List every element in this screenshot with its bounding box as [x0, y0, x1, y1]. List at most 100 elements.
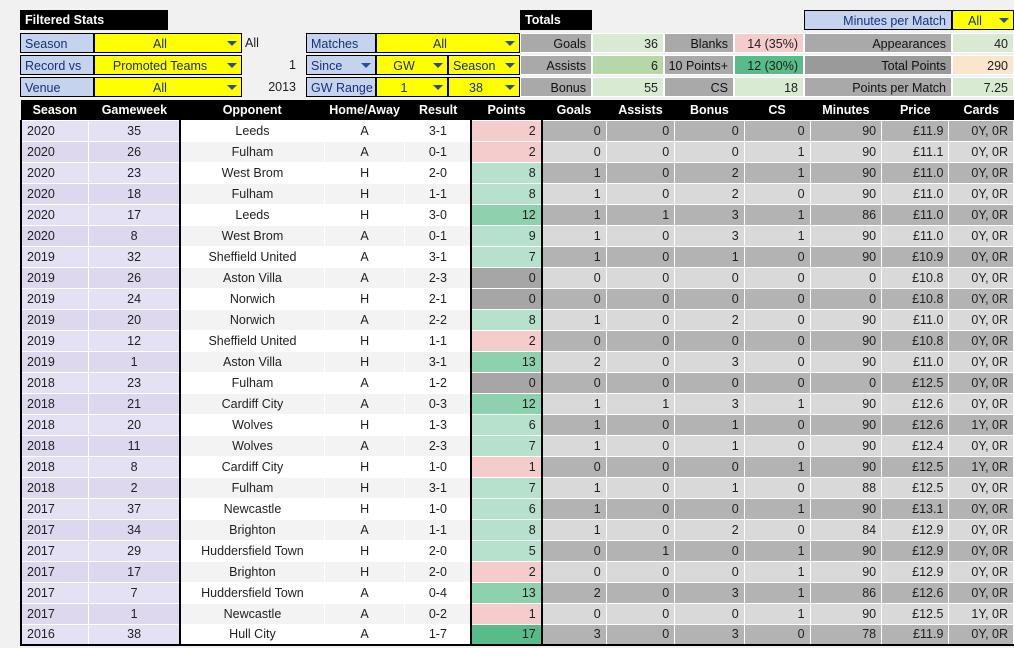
- cell-minutes: 90: [809, 245, 883, 268]
- column-header-bonus[interactable]: Bonus: [674, 100, 745, 120]
- cell-season: 2018: [20, 455, 89, 478]
- table-row[interactable]: 2017 1 Newcastle A 0-2 1 0 0 0 1 90 £12.5 1Y, 0R: [20, 602, 1014, 625]
- table-row[interactable]: 2018 8 Cardiff City H 1-0 1 0 0 0 1 90 £12.5 1Y, 0R: [20, 455, 1014, 478]
- column-header-home-away[interactable]: Home/Away: [324, 100, 405, 120]
- table-row[interactable]: 2018 20 Wolves H 1-3 6 1 0 1 0 90 £12.6 1Y, 0R: [20, 413, 1014, 436]
- cell-assists: 1: [605, 203, 676, 226]
- cell-result: 1-1: [404, 182, 472, 205]
- column-header-cards[interactable]: Cards: [948, 100, 1014, 120]
- cell-season: 2018: [20, 371, 89, 394]
- filter-dropdown-season[interactable]: All: [94, 33, 242, 53]
- table-row[interactable]: 2019 12 Sheffield United H 1-1 2 0 0 0 0 90 £10.8 0Y…: [20, 329, 1014, 352]
- totals-label-goals: Goals: [520, 33, 592, 53]
- column-header-minutes[interactable]: Minutes: [810, 100, 882, 120]
- filter-dropdown-record-vs[interactable]: Promoted Teams: [94, 55, 242, 75]
- cell-cards: 0Y, 0R: [948, 476, 1014, 499]
- table-row[interactable]: 2020 35 Leeds A 3-1 2 0 0 0 0 90 £11.9 0Y, 0R: [20, 119, 1014, 142]
- cell-minutes: 90: [809, 140, 883, 163]
- cell-price: £11.9: [881, 623, 950, 646]
- cell-price: £12.4: [881, 434, 950, 457]
- cell-points: 6: [470, 413, 543, 436]
- cell-goals: 0: [541, 329, 607, 352]
- table-row[interactable]: 2017 29 Huddersfield Town H 2-0 5 0 1 0 1 90 £12.9 0…: [20, 539, 1014, 562]
- cell-result: 1-3: [404, 413, 472, 436]
- table-row[interactable]: 2018 11 Wolves A 2-3 7 1 0 1 0 90 £12.4 0Y, 0R: [20, 434, 1014, 457]
- table-row[interactable]: 2020 23 West Brom H 2-0 8 1 0 2 1 90 £11.0 0Y, 0R: [20, 161, 1014, 184]
- column-header-cs[interactable]: CS: [744, 100, 811, 120]
- matches-dropdown-gw-range-from[interactable]: 1: [376, 77, 448, 97]
- cell-season: 2017: [20, 539, 89, 562]
- cell-result: 2-0: [404, 560, 472, 583]
- table-row[interactable]: 2017 17 Brighton H 2-0 2 0 0 0 1 90 £12.9 0Y, 0R: [20, 560, 1014, 583]
- filter-label-record-vs: Record vs: [20, 55, 94, 75]
- column-header-goals[interactable]: Goals: [541, 100, 607, 120]
- cell-result: 1-0: [404, 455, 472, 478]
- cell-cs: 0: [743, 329, 811, 352]
- cell-cs: 0: [743, 371, 811, 394]
- cell-minutes: 90: [809, 602, 883, 625]
- summary-dropdown-minutes-per-match[interactable]: All: [952, 10, 1014, 30]
- table-row[interactable]: 2017 7 Huddersfield Town A 0-4 13 2 0 3 1 86 £12.6 0…: [20, 581, 1014, 604]
- cell-gameweek: 17: [88, 203, 182, 226]
- cell-home-away: H: [323, 182, 406, 205]
- filter-dropdown-venue[interactable]: All: [94, 77, 242, 97]
- cell-minutes: 90: [809, 497, 883, 520]
- cell-goals: 1: [541, 182, 607, 205]
- cell-home-away: H: [323, 329, 406, 352]
- cell-result: 3-1: [404, 476, 472, 499]
- cell-result: 3-0: [404, 203, 472, 226]
- column-header-gameweek[interactable]: Gameweek: [88, 100, 181, 120]
- column-header-points[interactable]: Points: [471, 100, 542, 120]
- cell-season: 2018: [20, 392, 89, 415]
- table-row[interactable]: 2019 20 Norwich A 2-2 8 1 0 2 0 90 £11.0 0Y, 0R: [20, 308, 1014, 331]
- table-row[interactable]: 2019 24 Norwich H 2-1 0 0 0 0 0 0 £10.8 0Y, 0R: [20, 287, 1014, 310]
- cell-price: £11.0: [881, 350, 950, 373]
- column-header-season[interactable]: Season: [21, 100, 89, 120]
- table-row[interactable]: 2018 21 Cardiff City A 0-3 12 1 1 3 1 90 £12.6 0Y, 0…: [20, 392, 1014, 415]
- cell-cards: 0Y, 0R: [948, 266, 1014, 289]
- column-header-opponent[interactable]: Opponent: [180, 100, 325, 120]
- totals-label-cs: CS: [664, 77, 734, 97]
- table-row[interactable]: 2017 34 Brighton A 1-1 8 1 0 2 0 84 £12.9 0Y, 0R: [20, 518, 1014, 541]
- table-row[interactable]: 2020 26 Fulham A 0-1 2 0 0 0 1 90 £11.1 0Y, 0R: [20, 140, 1014, 163]
- filtered-stats-title: Filtered Stats: [20, 10, 168, 30]
- matches-dropdown-gw-range-to[interactable]: 38: [448, 77, 520, 97]
- cell-goals: 0: [541, 266, 607, 289]
- table-row[interactable]: 2017 37 Newcastle H 1-0 6 1 0 0 1 90 £13.1 0Y, 0R: [20, 497, 1014, 520]
- table-row[interactable]: 2019 1 Aston Villa H 3-1 13 2 0 3 0 90 £11.0 0Y, 0R: [20, 350, 1014, 373]
- cell-gameweek: 34: [88, 518, 182, 541]
- cell-cs: 0: [743, 518, 811, 541]
- table-row[interactable]: 2019 26 Aston Villa A 2-3 0 0 0 0 0 0 £10.8 0Y, 0R: [20, 266, 1014, 289]
- matches-dropdown-since-season[interactable]: Season: [448, 55, 520, 75]
- cell-minutes: 90: [809, 182, 883, 205]
- matches-label-since[interactable]: Since: [306, 55, 376, 75]
- cell-price: £12.5: [881, 602, 950, 625]
- cell-gameweek: 37: [88, 497, 182, 520]
- table-row[interactable]: 2019 32 Sheffield United A 3-1 7 1 0 1 0 90 £10.9 0Y…: [20, 245, 1014, 268]
- cell-opponent: Sheffield United: [179, 245, 325, 268]
- cell-points: 6: [470, 497, 543, 520]
- matches-dropdown-since-gw[interactable]: GW: [376, 55, 448, 75]
- column-header-result[interactable]: Result: [404, 100, 472, 120]
- cell-assists: 0: [605, 119, 676, 142]
- matches-dropdown-matches[interactable]: All: [376, 33, 520, 53]
- table-row[interactable]: 2020 18 Fulham H 1-1 8 1 0 2 0 90 £11.0 0Y, 0R: [20, 182, 1014, 205]
- cell-assists: 0: [605, 581, 676, 604]
- table-row[interactable]: 2018 2 Fulham H 3-1 7 1 0 1 0 88 £12.5 0Y, 0R: [20, 476, 1014, 499]
- table-row[interactable]: 2020 17 Leeds H 3-0 12 1 1 3 1 86 £11.0 0Y, 0R: [20, 203, 1014, 226]
- cell-result: 3-1: [404, 119, 472, 142]
- cell-cards: 0Y, 0R: [948, 581, 1014, 604]
- cell-minutes: 90: [809, 434, 883, 457]
- column-header-price[interactable]: Price: [881, 100, 949, 120]
- cell-bonus: 3: [674, 224, 745, 247]
- cell-opponent: Newcastle: [179, 497, 325, 520]
- table-row[interactable]: 2020 8 West Brom A 0-1 9 1 0 3 1 90 £11.0 0Y, 0R: [20, 224, 1014, 247]
- cell-points: 2: [470, 329, 543, 352]
- totals-value-10-points-plus: 12 (30%): [734, 55, 804, 75]
- chevron-down-icon: [227, 85, 237, 90]
- cell-home-away: H: [323, 287, 406, 310]
- table-row[interactable]: 2018 23 Fulham A 1-2 0 0 0 0 0 0 £12.5 0Y, 0R: [20, 371, 1014, 394]
- table-row[interactable]: 2016 38 Hull City A 1-7 17 3 0 3 0 78 £11.9 0Y, 0R: [20, 623, 1014, 646]
- cell-minutes: 90: [809, 329, 883, 352]
- column-header-assists[interactable]: Assists: [606, 100, 675, 120]
